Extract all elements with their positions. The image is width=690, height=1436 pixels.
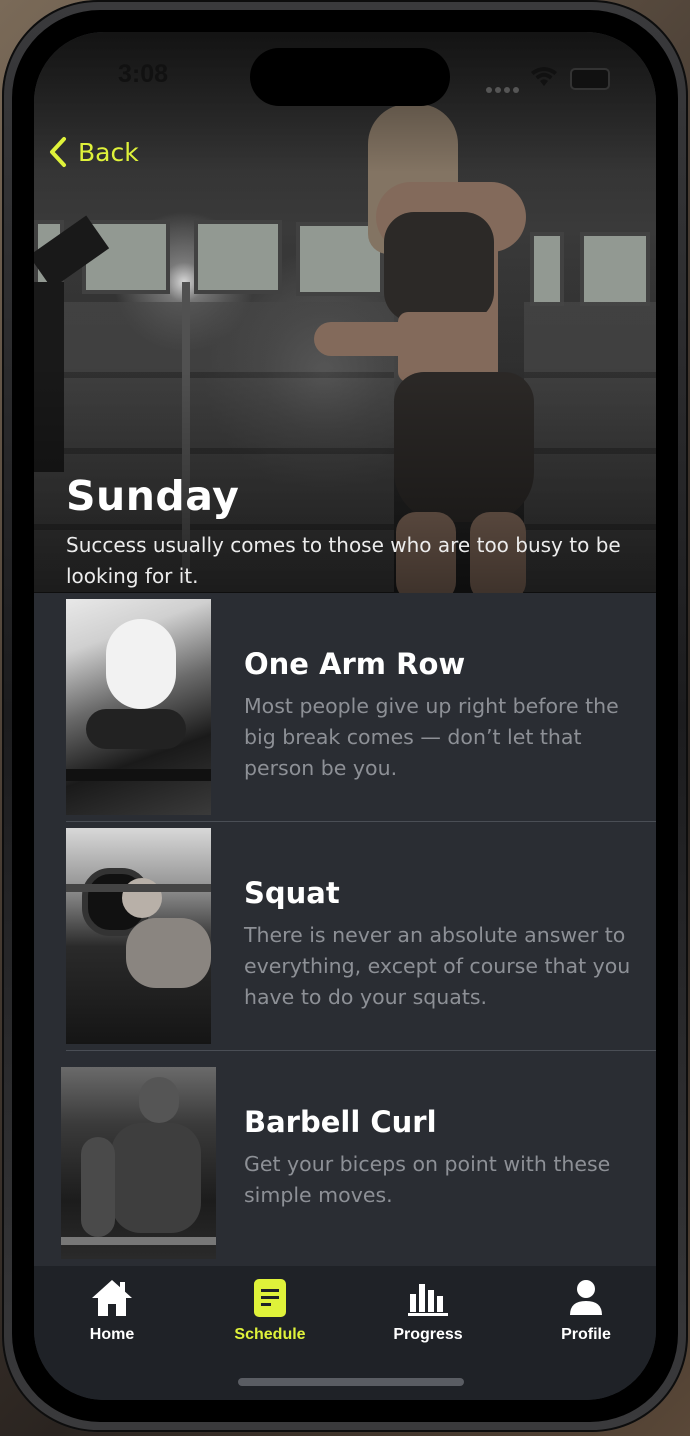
status-time: 3:08	[118, 60, 169, 88]
workout-text: Squat There is never an absolute answer …	[244, 876, 654, 1013]
thumb-figure	[106, 619, 176, 709]
workout-row-one-arm-row[interactable]: One Arm Row Most people give up right be…	[34, 593, 656, 821]
device-frame: 3:08 Back Sunday Success usually comes t…	[2, 0, 688, 1432]
dynamic-island	[250, 48, 450, 106]
battery-icon	[570, 68, 610, 90]
tab-label: Profile	[561, 1326, 611, 1343]
workout-text: One Arm Row Most people give up right be…	[244, 647, 654, 784]
back-button[interactable]: Back	[48, 132, 139, 172]
tab-label: Schedule	[234, 1326, 306, 1343]
workout-thumbnail	[66, 828, 211, 1044]
thumb-dumbbell	[86, 709, 186, 749]
thumb-arm	[81, 1137, 115, 1237]
thumb-torso	[111, 1123, 201, 1233]
workout-row-squat[interactable]: Squat There is never an absolute answer …	[34, 822, 656, 1050]
cellular-signal-icon	[486, 78, 522, 97]
thumb-bench	[66, 769, 211, 781]
back-label: Back	[78, 137, 139, 167]
hero-quote: Success usually comes to those who are t…	[66, 533, 621, 588]
progress-icon	[408, 1284, 448, 1316]
app-screen: 3:08 Back Sunday Success usually comes t…	[34, 32, 656, 1400]
tab-progress[interactable]: Progress	[348, 1266, 508, 1366]
workout-text: Barbell Curl Get your biceps on point wi…	[244, 1105, 654, 1211]
workout-description: Most people give up right before the big…	[244, 694, 619, 780]
page-title: Sunday	[66, 472, 240, 520]
thumb-bar	[66, 884, 211, 892]
workout-description: There is never an absolute answer to eve…	[244, 923, 631, 1009]
wifi-icon	[531, 67, 557, 86]
home-indicator[interactable]	[238, 1378, 464, 1386]
home-icon	[92, 1280, 132, 1316]
workout-name: Barbell Curl	[244, 1105, 437, 1139]
profile-icon	[570, 1280, 602, 1315]
workout-name: One Arm Row	[244, 647, 466, 681]
tab-profile[interactable]: Profile	[506, 1266, 656, 1366]
tab-schedule[interactable]: Schedule	[190, 1266, 350, 1366]
thumb-head	[139, 1077, 179, 1123]
thumb-torso	[126, 918, 211, 988]
tab-label: Progress	[393, 1326, 463, 1343]
thumb-bar	[61, 1237, 216, 1245]
workout-row-barbell-curl[interactable]: Barbell Curl Get your biceps on point wi…	[34, 1051, 656, 1279]
workout-thumbnail	[61, 1067, 216, 1259]
workout-thumbnail	[66, 599, 211, 815]
tab-label: Home	[89, 1326, 135, 1343]
schedule-icon	[254, 1279, 286, 1317]
tab-home[interactable]: Home	[34, 1266, 192, 1366]
chevron-left-icon	[50, 137, 66, 167]
workout-name: Squat	[244, 876, 340, 910]
workout-description: Get your biceps on point with these simp…	[244, 1152, 611, 1207]
